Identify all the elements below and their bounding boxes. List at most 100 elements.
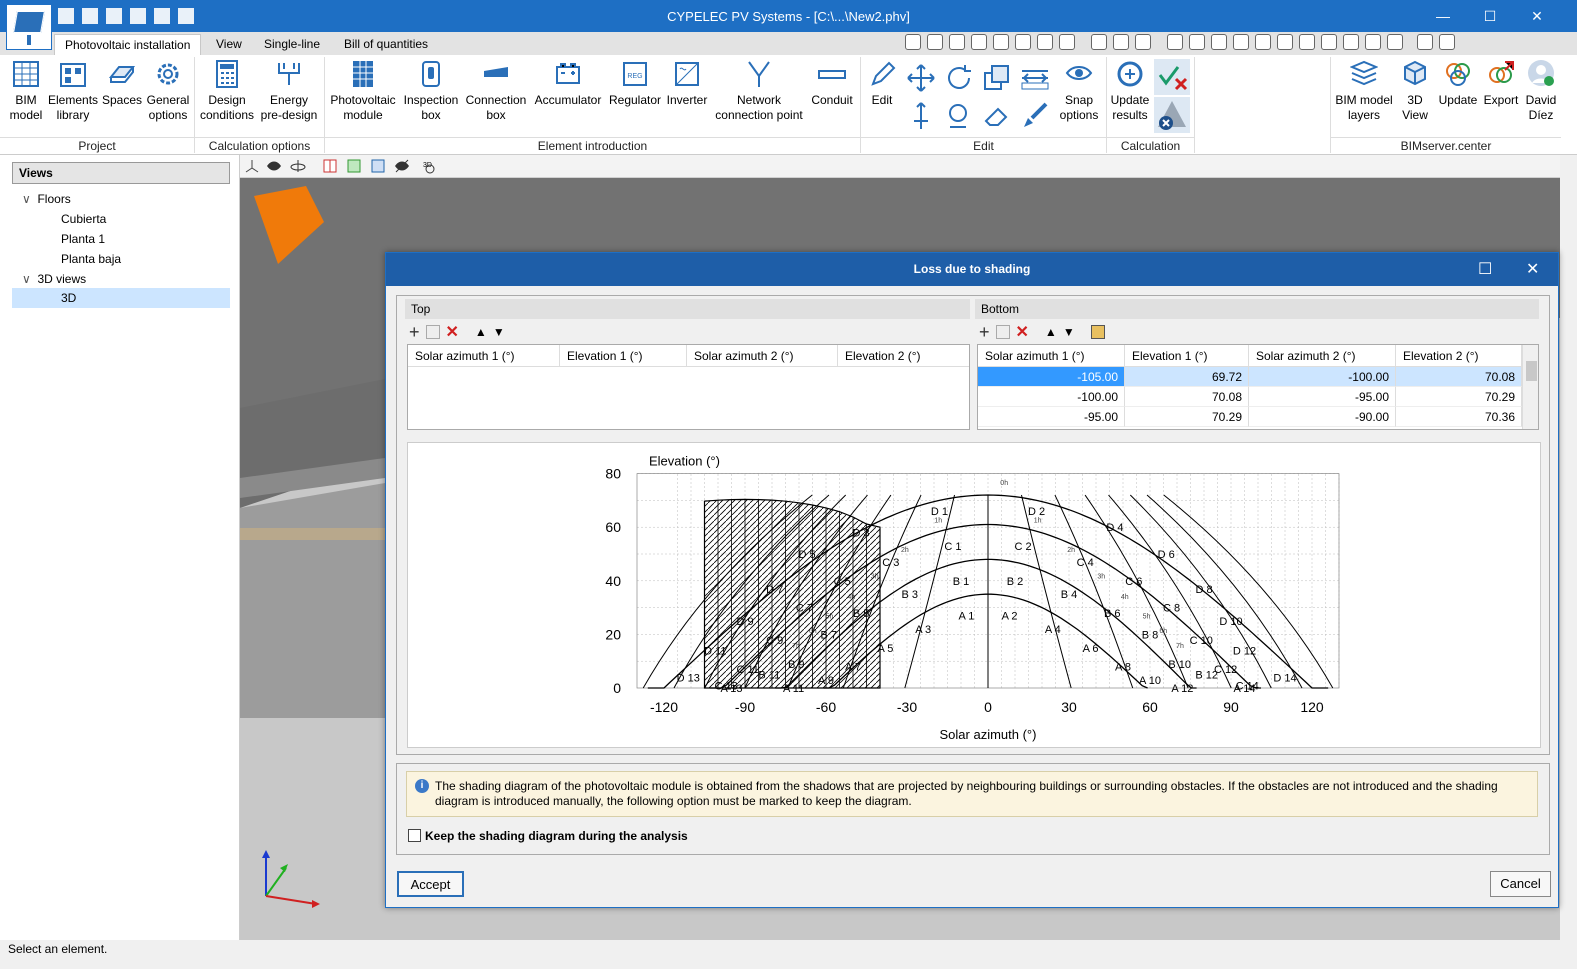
select-icon[interactable] — [1167, 34, 1183, 50]
keyboard-icon[interactable] — [1233, 34, 1249, 50]
visibility-icon[interactable] — [394, 158, 410, 174]
comment-icon[interactable] — [1343, 34, 1359, 50]
dialog-maximize-button[interactable]: ☐ — [1478, 253, 1492, 286]
photovoltaic-module-button[interactable]: Photovoltaic module — [328, 59, 398, 123]
dialog-close-button[interactable]: ✕ — [1526, 253, 1539, 286]
table-row[interactable]: -100.00 70.08 -95.00 70.29 — [978, 387, 1522, 407]
table-cell[interactable]: 70.36 — [1396, 407, 1522, 427]
tree-item-planta-baja[interactable]: Planta baja — [61, 252, 121, 266]
zoom-in-icon[interactable] — [993, 34, 1009, 50]
globe-icon[interactable] — [1417, 34, 1433, 50]
angle-icon[interactable] — [1299, 34, 1315, 50]
table-scrollbar[interactable] — [1522, 345, 1538, 429]
move-up-icon[interactable]: ▲ — [475, 325, 487, 339]
top-col-elevation-1[interactable]: Elevation 1 (°) — [560, 345, 687, 367]
crop-icon[interactable] — [1277, 34, 1293, 50]
magnet-icon[interactable] — [1135, 34, 1151, 50]
bim-model-layers-button[interactable]: BIM model layers — [1333, 59, 1395, 123]
update-button[interactable]: Update — [1436, 59, 1480, 108]
connection-box-button[interactable]: Connection box — [464, 59, 528, 123]
measure-icon[interactable] — [1020, 63, 1050, 93]
top-col-elevation-2[interactable]: Elevation 2 (°) — [838, 345, 969, 367]
snap-point-icon[interactable] — [1211, 34, 1227, 50]
general-options-button[interactable]: General options — [146, 59, 190, 123]
top-col-solar-azimuth-2[interactable]: Solar azimuth 2 (°) — [687, 345, 838, 367]
layers-icon[interactable] — [1091, 34, 1107, 50]
grid-icon[interactable] — [1113, 34, 1129, 50]
zoom-window-icon[interactable] — [905, 34, 921, 50]
table-cell[interactable]: -100.00 — [978, 387, 1125, 407]
ruler-icon[interactable] — [1255, 34, 1271, 50]
user-account-button[interactable]: David Díez — [1522, 59, 1560, 123]
spaces-button[interactable]: Spaces — [102, 59, 142, 108]
table-cell[interactable]: -105.00 — [978, 367, 1125, 387]
move-down-icon[interactable]: ▼ — [1063, 325, 1075, 339]
tree-node-floors[interactable]: ∨ Floors — [22, 192, 71, 206]
keep-diagram-checkbox[interactable] — [408, 829, 421, 842]
search-element-icon[interactable] — [944, 101, 974, 131]
book-icon[interactable] — [1439, 34, 1455, 50]
tree-item-planta-1[interactable]: Planta 1 — [61, 232, 105, 246]
rotate-icon[interactable] — [944, 63, 974, 93]
move-down-icon[interactable]: ▼ — [493, 325, 505, 339]
3d-mode-icon[interactable]: 3D — [422, 158, 438, 174]
close-button[interactable]: ✕ — [1522, 6, 1552, 26]
delete-icon[interactable]: ✕ — [446, 322, 459, 342]
edit-button[interactable]: Edit — [864, 59, 900, 108]
design-conditions-button[interactable]: Design conditions — [200, 59, 254, 123]
tab-single-line[interactable]: Single-line — [254, 34, 330, 55]
bottom-col-elevation-1[interactable]: Elevation 1 (°) — [1125, 345, 1249, 367]
brush-icon[interactable] — [1020, 101, 1050, 131]
table-cell[interactable]: -100.00 — [1249, 367, 1396, 387]
accumulator-button[interactable]: Accumulator — [532, 59, 604, 108]
table-cell[interactable]: -95.00 — [978, 407, 1125, 427]
network-connection-point-button[interactable]: Network connection point — [710, 59, 808, 123]
check-results-icon[interactable] — [1154, 59, 1190, 95]
refresh-icon[interactable] — [1321, 34, 1337, 50]
zoom-previous-icon[interactable] — [949, 34, 965, 50]
chevron-down-icon[interactable]: ∨ — [22, 192, 31, 206]
capture-icon[interactable] — [1059, 34, 1075, 50]
scrollbar-thumb[interactable] — [1526, 361, 1537, 381]
table-row[interactable]: -105.00 69.72 -100.00 70.08 — [978, 367, 1522, 387]
bottom-col-elevation-2[interactable]: Elevation 2 (°) — [1396, 345, 1522, 367]
conduit-button[interactable]: Conduit — [808, 59, 856, 108]
bottom-col-solar-azimuth-1[interactable]: Solar azimuth 1 (°) — [978, 345, 1125, 367]
pan-icon[interactable] — [1015, 34, 1031, 50]
orbit-icon[interactable] — [1037, 34, 1053, 50]
delete-icon[interactable]: ✕ — [1016, 322, 1029, 342]
view-eye-icon[interactable] — [266, 158, 282, 174]
binoculars-icon[interactable] — [1387, 34, 1403, 50]
table-row[interactable]: -95.00 70.29 -90.00 70.36 — [978, 407, 1522, 427]
zoom-all-icon[interactable] — [927, 34, 943, 50]
table-cell[interactable]: -95.00 — [1249, 387, 1396, 407]
table-cell[interactable]: 70.29 — [1125, 407, 1249, 427]
top-col-solar-azimuth-1[interactable]: Solar azimuth 1 (°) — [408, 345, 560, 367]
energy-pre-design-button[interactable]: Energy pre-design — [258, 59, 320, 123]
minimize-button[interactable]: — — [1428, 6, 1458, 26]
tab-photovoltaic-installation[interactable]: Photovoltaic installation — [54, 34, 202, 55]
tab-bill-of-quantities[interactable]: Bill of quantities — [334, 34, 438, 55]
obstacle-box-icon[interactable] — [1090, 325, 1105, 339]
axes-icon[interactable] — [244, 158, 260, 174]
move-icon[interactable] — [906, 63, 936, 93]
regulator-button[interactable]: REG Regulator — [606, 59, 664, 108]
table-cell[interactable]: 70.08 — [1396, 367, 1522, 387]
redraw-icon[interactable] — [971, 34, 987, 50]
add-icon[interactable]: + — [409, 322, 420, 343]
snap-options-button[interactable]: Snap options — [1056, 59, 1102, 123]
tab-view[interactable]: View — [206, 34, 252, 55]
layer-green-icon[interactable] — [346, 158, 362, 174]
add-icon[interactable]: + — [979, 322, 990, 343]
duplicate-icon[interactable] — [425, 325, 440, 339]
mesh-icon[interactable] — [1189, 34, 1205, 50]
inspection-box-button[interactable]: Inspection box — [402, 59, 460, 123]
tree-node-3d-views[interactable]: ∨ 3D views — [22, 272, 86, 286]
table-cell[interactable]: -90.00 — [1249, 407, 1396, 427]
maximize-button[interactable]: ☐ — [1475, 6, 1505, 26]
elements-library-button[interactable]: Elements library — [48, 59, 98, 123]
export-button[interactable]: Export — [1480, 59, 1522, 108]
update-results-button[interactable]: Update results — [1108, 59, 1152, 123]
tools-icon[interactable] — [1365, 34, 1381, 50]
eraser-icon[interactable] — [982, 101, 1012, 131]
